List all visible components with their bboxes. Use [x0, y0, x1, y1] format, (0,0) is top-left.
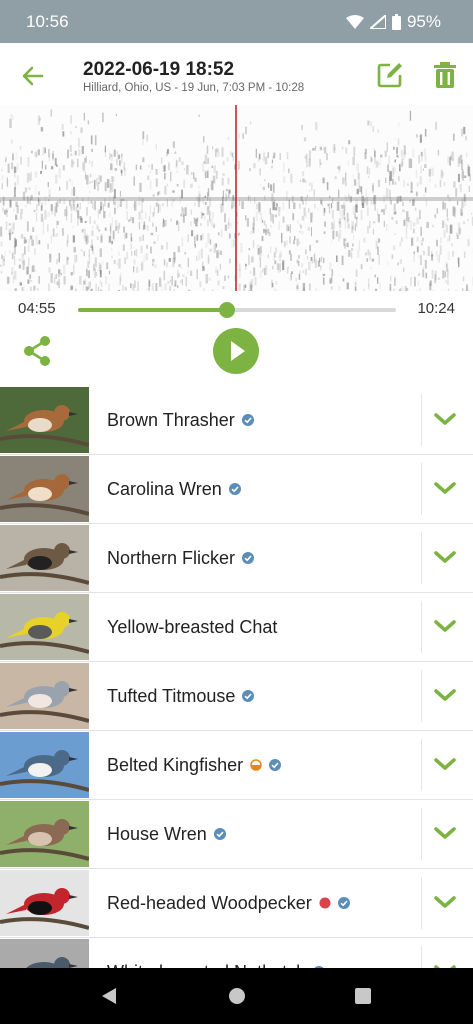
divider	[421, 877, 422, 929]
verified-badge-icon	[213, 828, 226, 840]
divider	[421, 739, 422, 791]
species-name: Tufted Titmouse	[107, 685, 236, 706]
chevron-down-icon[interactable]	[433, 890, 457, 914]
species-name-group: Yellow-breasted Chat	[107, 593, 277, 661]
trash-icon[interactable]	[431, 61, 459, 89]
divider	[421, 808, 422, 860]
verified-badge-icon	[228, 483, 241, 495]
back-arrow-icon[interactable]	[20, 63, 46, 89]
bird-photo	[0, 870, 89, 936]
list-item[interactable]: Belted Kingfisher	[0, 731, 473, 800]
divider	[421, 394, 422, 446]
species-name: Carolina Wren	[107, 478, 222, 499]
verified-badge-icon	[269, 759, 282, 771]
seek-bar[interactable]	[78, 308, 396, 312]
list-item[interactable]: House Wren	[0, 800, 473, 869]
status-time: 10:56	[26, 12, 69, 31]
bird-photo	[0, 663, 89, 729]
chevron-down-icon[interactable]	[433, 614, 457, 638]
species-name: Northern Flicker	[107, 547, 236, 568]
recording-details: Hilliard, Ohio, US - 19 Jun, 7:03 PM - 1…	[83, 82, 305, 94]
status-icons: 95%	[345, 12, 441, 32]
chevron-down-icon[interactable]	[433, 683, 457, 707]
page-title: 2022-06-19 18:52	[83, 59, 235, 80]
list-item[interactable]: Tufted Titmouse	[0, 662, 473, 731]
chevron-down-icon[interactable]	[433, 476, 457, 500]
chevron-down-icon[interactable]	[433, 752, 457, 776]
verified-badge-icon	[242, 690, 255, 702]
bird-photo	[0, 594, 89, 660]
alert-dot-icon	[319, 897, 331, 909]
verified-badge-icon	[241, 414, 254, 426]
chevron-down-icon[interactable]	[433, 545, 457, 569]
divider	[421, 601, 422, 653]
total-time: 10:24	[417, 300, 455, 317]
species-name: Yellow-breasted Chat	[107, 616, 278, 637]
playback-timeline: 04:55 10:24	[0, 296, 473, 322]
nav-back-icon[interactable]	[100, 987, 118, 1005]
play-button[interactable]	[213, 328, 259, 374]
edit-icon[interactable]	[376, 61, 404, 89]
bird-photo	[0, 525, 89, 591]
list-item[interactable]: Yellow-breasted Chat	[0, 593, 473, 662]
chevron-down-icon[interactable]	[433, 821, 457, 845]
play-icon	[231, 341, 245, 361]
species-name-group: Carolina Wren	[107, 455, 241, 523]
nav-home-icon[interactable]	[228, 987, 246, 1005]
list-item[interactable]: Red-headed Woodpecker	[0, 869, 473, 938]
verified-badge-icon	[242, 552, 255, 564]
battery-icon	[391, 14, 401, 30]
species-name-group: Northern Flicker	[107, 524, 255, 592]
list-item[interactable]: Northern Flicker	[0, 524, 473, 593]
nav-recents-icon[interactable]	[354, 987, 372, 1005]
species-name: House Wren	[107, 823, 207, 844]
bird-photo	[0, 801, 89, 867]
status-bar: 10:56 95%	[0, 0, 473, 43]
system-nav-bar	[0, 968, 473, 1024]
bird-photo	[0, 387, 89, 453]
chevron-down-icon[interactable]	[433, 407, 457, 431]
spectrogram[interactable]	[0, 105, 473, 291]
app-bar: 2022-06-19 18:52 Hilliard, Ohio, US - 19…	[0, 43, 473, 105]
wifi-icon	[345, 15, 364, 29]
battery-percent: 95%	[406, 12, 441, 31]
signal-icon	[369, 15, 386, 29]
list-item[interactable]: Carolina Wren	[0, 455, 473, 524]
divider	[421, 463, 422, 515]
verified-badge-icon	[337, 897, 350, 909]
divider	[421, 532, 422, 584]
current-time: 04:55	[18, 300, 56, 317]
species-list: Brown Thrasher Carolina Wren Northern Fl…	[0, 386, 473, 1007]
spectrogram-graphic	[0, 105, 473, 291]
species-name: Red-headed Woodpecker	[107, 892, 312, 913]
uncertain-badge-icon	[250, 759, 262, 771]
bird-photo	[0, 456, 89, 522]
seek-bar-thumb[interactable]	[219, 302, 236, 318]
list-item[interactable]: Brown Thrasher	[0, 386, 473, 455]
species-name-group: Brown Thrasher	[107, 386, 254, 454]
bird-photo	[0, 732, 89, 798]
species-name: Brown Thrasher	[107, 409, 235, 430]
species-name-group: House Wren	[107, 800, 226, 868]
species-name-group: Tufted Titmouse	[107, 662, 255, 730]
species-name-group: Red-headed Woodpecker	[107, 869, 350, 937]
species-name: Belted Kingfisher	[107, 754, 244, 775]
divider	[421, 670, 422, 722]
share-icon[interactable]	[22, 335, 52, 367]
species-name-group: Belted Kingfisher	[107, 731, 282, 799]
seek-bar-progress	[78, 308, 228, 312]
